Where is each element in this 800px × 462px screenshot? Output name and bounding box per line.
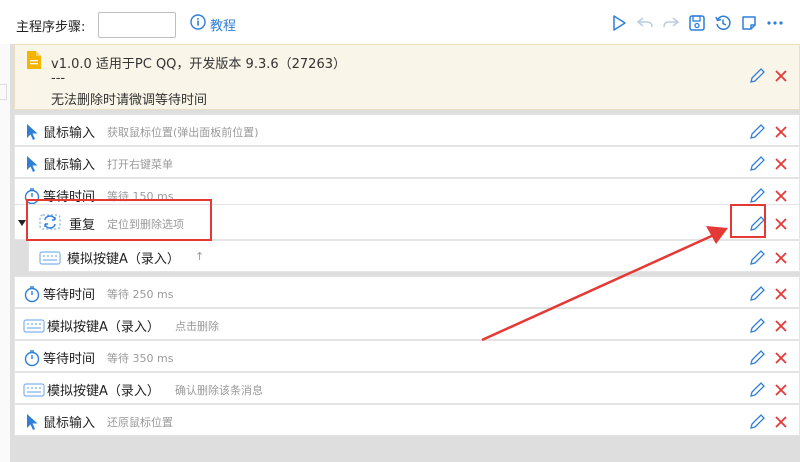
step-desc: 还原鼠标位置 [107, 416, 173, 429]
step-name: 鼠标输入 [43, 126, 96, 141]
step-name: 模拟按键A（录入） [47, 320, 160, 335]
step-row-10[interactable]: 鼠标输入 还原鼠标位置 [14, 404, 800, 436]
pencil-icon[interactable] [747, 412, 767, 432]
delete-icon[interactable] [771, 214, 791, 234]
step-name: 模拟按键A（录入） [67, 252, 180, 267]
document-icon [25, 51, 43, 69]
note-line-1: v1.0.0 适用于PC QQ，开发版本 9.3.6（27263） [51, 57, 346, 72]
pencil-icon[interactable] [747, 214, 767, 234]
pencil-icon[interactable] [747, 348, 767, 368]
info-icon [190, 14, 206, 34]
step-row-2[interactable]: 鼠标输入 打开右键菜单 [14, 146, 800, 178]
pencil-icon[interactable] [747, 66, 767, 86]
step-row-9[interactable]: 模拟按键A（录入） 确认删除该条消息 [14, 372, 800, 404]
step-row-nested[interactable]: 模拟按键A（录入） ↑ [28, 240, 800, 272]
step-name: 模拟按键A（录入） [47, 384, 160, 399]
delete-icon[interactable] [771, 66, 791, 86]
cursor-icon [23, 123, 41, 141]
note-icon[interactable] [740, 12, 758, 34]
keyboard-icon [23, 317, 45, 335]
timer-icon [23, 285, 41, 303]
pencil-icon[interactable] [747, 122, 767, 142]
timer-icon [23, 349, 41, 367]
step-desc: 等待 350 ms [107, 352, 174, 365]
keyboard-icon [39, 249, 61, 267]
step-row-6[interactable]: 等待时间 等待 250 ms [14, 276, 800, 308]
step-list: v1.0.0 适用于PC QQ，开发版本 9.3.6（27263） --- 无法… [10, 44, 800, 462]
delete-icon[interactable] [771, 186, 791, 206]
delete-icon[interactable] [771, 154, 791, 174]
step-name: 鼠标输入 [43, 158, 96, 173]
step-desc: 打开右键菜单 [107, 158, 173, 171]
tutorial-label: 教程 [210, 18, 237, 34]
cursor-icon [23, 413, 41, 431]
redo-icon[interactable] [662, 12, 680, 34]
delete-icon[interactable] [771, 284, 791, 304]
note-line-3: 无法删除时请微调等待时间 [51, 93, 208, 108]
timer-icon [23, 187, 41, 205]
delete-icon[interactable] [771, 248, 791, 268]
save-icon[interactable] [688, 12, 706, 34]
pencil-icon[interactable] [747, 154, 767, 174]
step-name: 等待时间 [43, 288, 96, 303]
cursor-icon [23, 155, 41, 173]
steps-input[interactable] [98, 12, 176, 38]
note-row[interactable]: v1.0.0 适用于PC QQ，开发版本 9.3.6（27263） --- 无法… [14, 44, 800, 110]
step-desc: 定位到删除选项 [107, 218, 184, 231]
step-name: 重复 [69, 218, 96, 233]
pencil-icon[interactable] [747, 248, 767, 268]
pencil-icon[interactable] [747, 380, 767, 400]
pencil-icon[interactable] [747, 284, 767, 304]
history-icon[interactable] [714, 12, 732, 34]
step-name: 等待时间 [43, 190, 96, 205]
step-desc: 点击删除 [175, 320, 219, 333]
step-row-7[interactable]: 模拟按键A（录入） 点击删除 [14, 308, 800, 340]
pencil-icon[interactable] [747, 186, 767, 206]
step-name: 鼠标输入 [43, 416, 96, 431]
step-name: 等待时间 [43, 352, 96, 367]
step-desc: 等待 250 ms [107, 288, 174, 301]
more-icon[interactable] [766, 12, 784, 34]
delete-icon[interactable] [771, 122, 791, 142]
step-row-1[interactable]: 鼠标输入 获取鼠标位置(弹出面板前位置) [14, 114, 800, 146]
tutorial-link[interactable]: 教程 [190, 14, 236, 34]
step-desc: ↑ [195, 250, 205, 263]
steps-label: 主程序步骤: [16, 20, 86, 35]
collapse-triangle-icon[interactable] [17, 214, 27, 232]
delete-icon[interactable] [771, 316, 791, 336]
top-bar: 主程序步骤: 教程 [0, 0, 800, 44]
step-row-repeat[interactable]: 重复 定位到删除选项 [14, 204, 800, 240]
toolbar [610, 12, 784, 34]
delete-icon[interactable] [771, 348, 791, 368]
note-line-2: --- [51, 71, 66, 86]
undo-icon[interactable] [636, 12, 654, 34]
step-desc: 获取鼠标位置(弹出面板前位置) [107, 126, 259, 139]
play-icon[interactable] [610, 12, 628, 34]
pencil-icon[interactable] [747, 316, 767, 336]
repeat-icon [39, 213, 61, 231]
delete-icon[interactable] [771, 412, 791, 432]
step-row-8[interactable]: 等待时间 等待 350 ms [14, 340, 800, 372]
delete-icon[interactable] [771, 380, 791, 400]
step-desc: 等待 150 ms [107, 190, 174, 203]
step-desc: 确认删除该条消息 [175, 384, 263, 397]
keyboard-icon [23, 381, 45, 399]
